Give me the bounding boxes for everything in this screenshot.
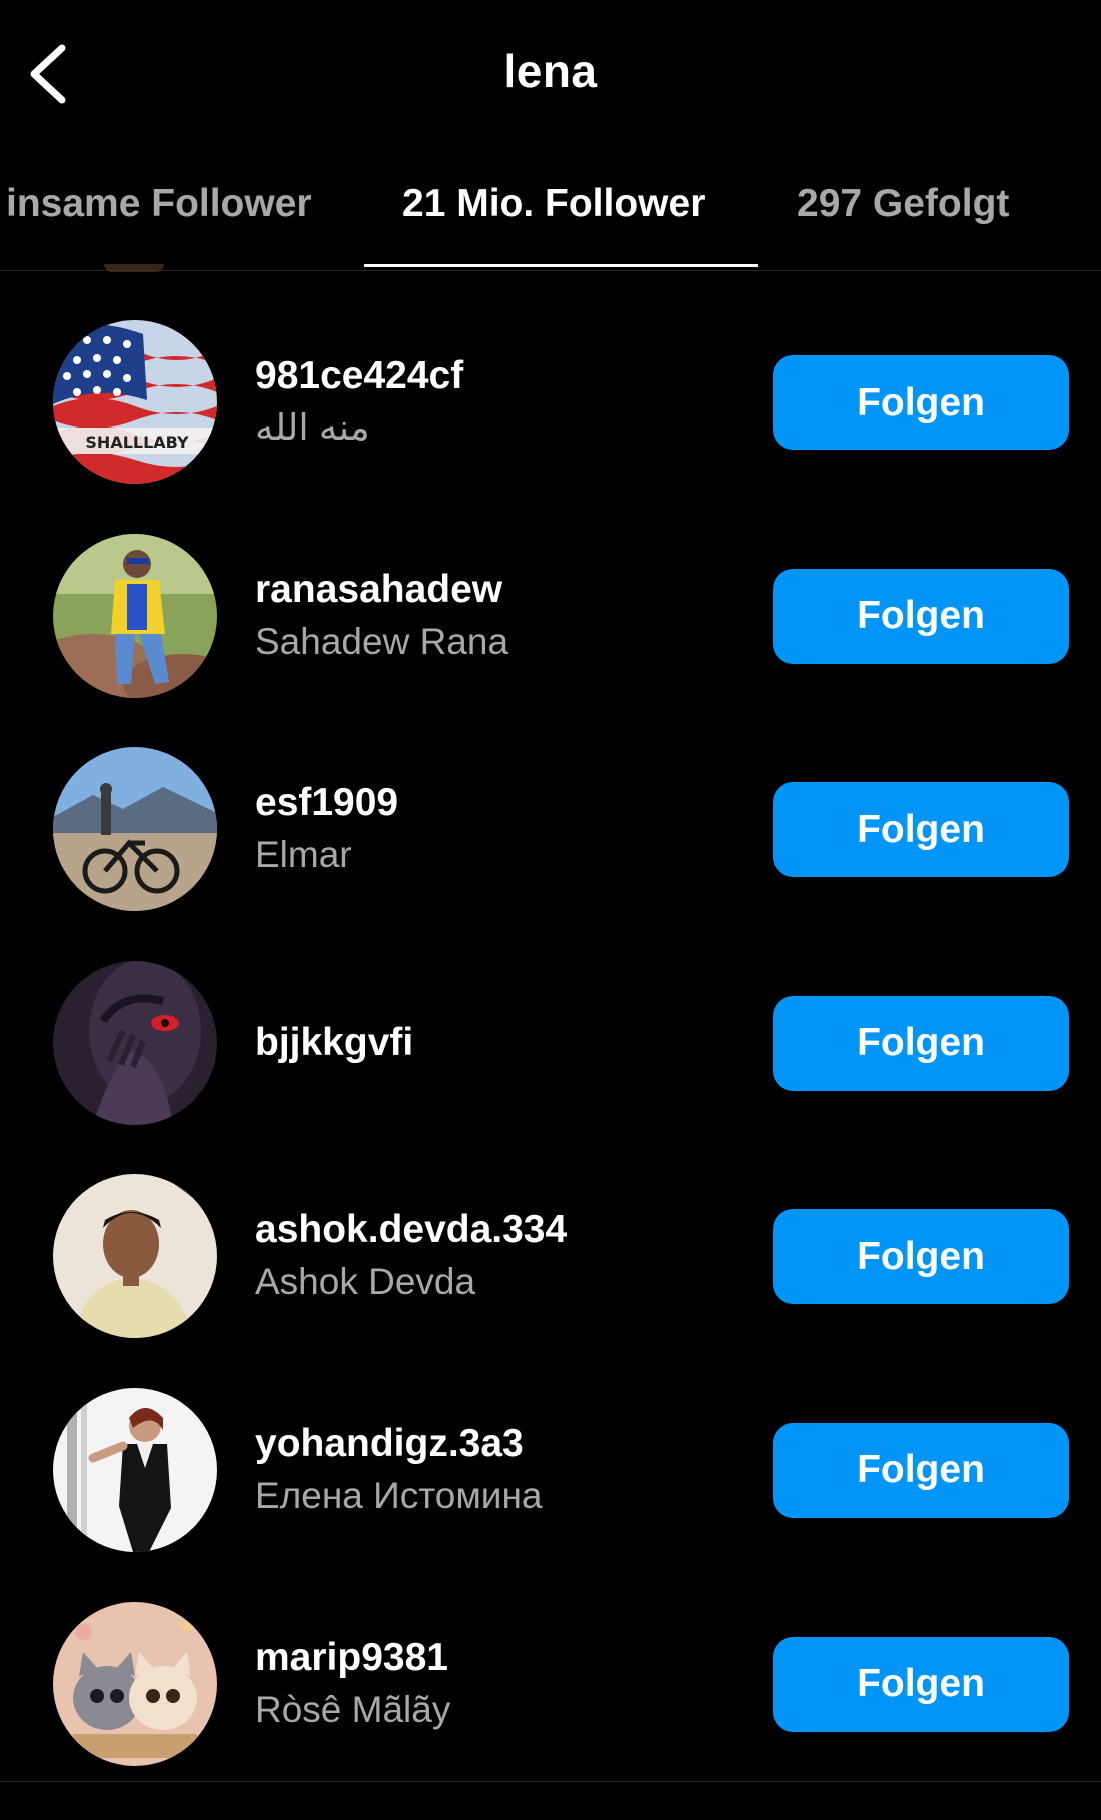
name-block: marip9381 Ròsê Mãlãy [255, 1582, 755, 1786]
username[interactable]: yohandigz.3a3 [255, 1418, 755, 1470]
list-item: marip9381 Ròsê Mãlãy Folgen [0, 1582, 1101, 1796]
username[interactable]: ranasahadew [255, 564, 755, 616]
avatar[interactable] [53, 533, 217, 698]
avatar[interactable]: SHALLLABY [53, 320, 217, 484]
avatar[interactable] [53, 1601, 217, 1766]
follow-button[interactable]: Folgen [773, 782, 1069, 878]
name-block: 981ce424cf منه الله [255, 300, 755, 504]
tab-followers[interactable]: 21 Mio. Follower [402, 182, 705, 226]
active-tab-indicator [364, 264, 758, 267]
avatar[interactable] [53, 1174, 217, 1339]
follow-button[interactable]: Folgen [773, 355, 1069, 450]
follow-button[interactable]: Folgen [773, 1209, 1069, 1305]
name-block: bjjkkgvfi [255, 941, 755, 1145]
list-item: esf1909 Elmar Folgen [0, 727, 1101, 941]
full-name: Ashok Devda [255, 1261, 476, 1303]
avatar[interactable] [53, 1387, 217, 1552]
name-block: esf1909 Elmar [255, 727, 755, 931]
tab-bar: insame Follower 21 Mio. Follower 297 Gef… [0, 150, 1101, 271]
follow-button[interactable]: Folgen [773, 568, 1069, 664]
list-item: ranasahadew Sahadew Rana Folgen [0, 514, 1101, 728]
selfie-man-avatar-icon [53, 1174, 217, 1339]
divider [0, 1781, 1101, 1782]
full-name: Елена Истомина [255, 1474, 543, 1516]
username[interactable]: ashok.devda.334 [255, 1204, 755, 1256]
full-name: Ròsê Mãlãy [255, 1688, 451, 1730]
list-item: yohandigz.3a3 Елена Истомина Folgen [0, 1368, 1101, 1582]
username[interactable]: esf1909 [255, 777, 755, 829]
name-block: ranasahadew Sahadew Rana [255, 514, 755, 718]
name-block: yohandigz.3a3 Елена Истомина [255, 1368, 755, 1572]
full-name: Elmar [255, 834, 352, 876]
svg-text:SHALLLABY: SHALLLABY [85, 433, 189, 452]
full-name: منه الله [255, 407, 370, 448]
avatar[interactable] [53, 960, 217, 1125]
username[interactable]: bjjkkgvfi [255, 1017, 755, 1069]
follow-button[interactable]: Folgen [773, 1636, 1069, 1732]
list-item: SHALLLABY 981ce424cf منه الله Folgen [0, 300, 1101, 514]
follow-button[interactable]: Folgen [773, 995, 1069, 1091]
anime-red-eye-avatar-icon [53, 960, 217, 1125]
username[interactable]: 981ce424cf [255, 350, 755, 402]
name-block: ashok.devda.334 Ashok Devda [255, 1154, 755, 1358]
avatar[interactable] [53, 747, 217, 912]
username[interactable]: marip9381 [255, 1632, 755, 1684]
man-yellow-jacket-avatar-icon [53, 533, 217, 698]
usa-flag-avatar-icon: SHALLLABY [53, 320, 217, 484]
partial-avatar-above [104, 264, 164, 272]
followers-list: SHALLLABY 981ce424cf منه الله Folgen ran… [0, 300, 1101, 1795]
woman-black-dress-avatar-icon [53, 1387, 217, 1552]
mountain-bike-avatar-icon [53, 747, 217, 912]
list-item: ashok.devda.334 Ashok Devda Folgen [0, 1154, 1101, 1368]
full-name: Sahadew Rana [255, 620, 509, 662]
list-item: bjjkkgvfi Folgen [0, 941, 1101, 1155]
followers-screen: lena insame Follower 21 Mio. Follower 29… [0, 0, 1101, 1820]
header: lena [0, 0, 1101, 150]
tab-common-followers[interactable]: insame Follower [6, 182, 312, 226]
page-title: lena [503, 45, 598, 97]
cartoon-kittens-avatar-icon [53, 1601, 217, 1766]
tab-following[interactable]: 297 Gefolgt [797, 182, 1009, 226]
follow-button[interactable]: Folgen [773, 1422, 1069, 1518]
